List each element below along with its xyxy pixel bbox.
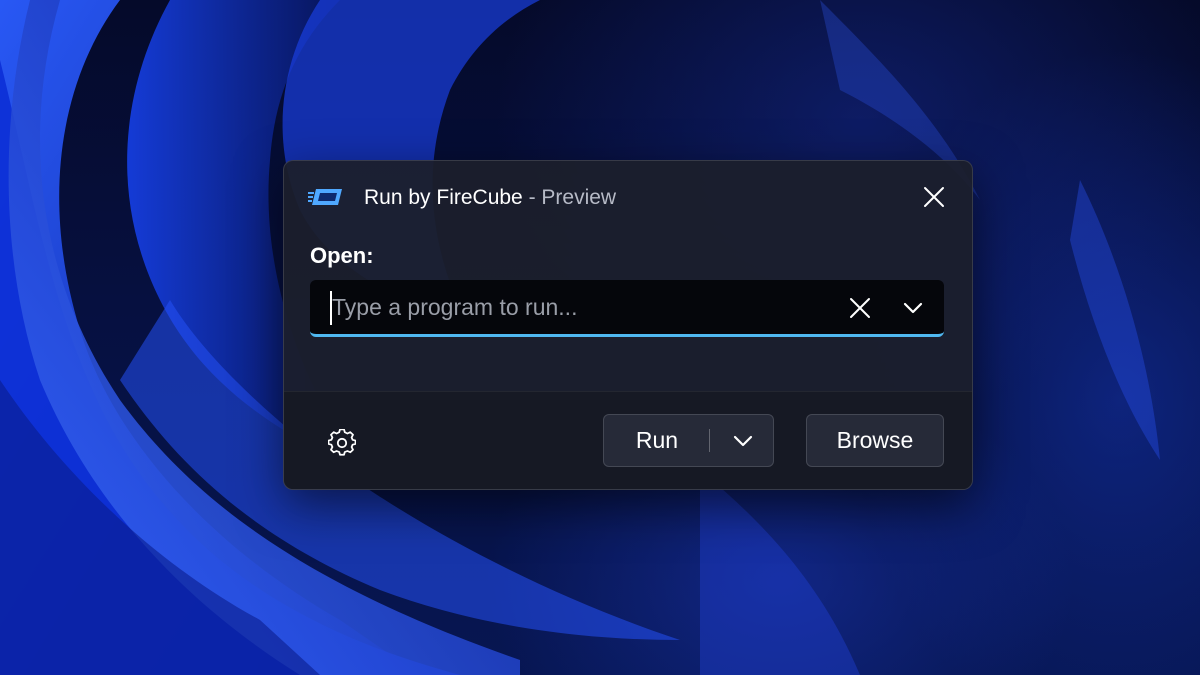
chevron-down-icon	[733, 435, 753, 446]
title-bar: Run by FireCube - Preview	[284, 161, 972, 235]
close-button[interactable]	[912, 177, 956, 217]
browse-button[interactable]: Browse	[806, 414, 944, 467]
desktop-background: Run by FireCube - Preview Open: Type a p…	[0, 0, 1200, 675]
gear-icon	[328, 429, 356, 456]
chevron-down-icon	[903, 302, 923, 314]
run-divider	[709, 429, 710, 452]
settings-button[interactable]	[322, 423, 362, 463]
program-input[interactable]	[332, 287, 812, 327]
clear-button[interactable]	[842, 291, 878, 325]
close-icon	[924, 187, 944, 207]
run-dialog: Run by FireCube - Preview Open: Type a p…	[283, 160, 973, 490]
program-combobox[interactable]	[310, 280, 944, 337]
open-label: Open:	[310, 243, 374, 268]
dialog-footer: Run Browse	[284, 391, 972, 489]
run-button[interactable]: Run	[604, 415, 710, 466]
window-title: Run by FireCube - Preview	[364, 185, 616, 211]
clear-icon	[850, 298, 870, 318]
firecube-run-icon	[308, 189, 342, 205]
run-options-button[interactable]	[712, 415, 774, 466]
app-name: Run by FireCube	[364, 186, 523, 209]
run-split-button: Run	[603, 414, 774, 467]
title-suffix: - Preview	[522, 186, 617, 209]
history-dropdown-button[interactable]	[895, 291, 931, 325]
